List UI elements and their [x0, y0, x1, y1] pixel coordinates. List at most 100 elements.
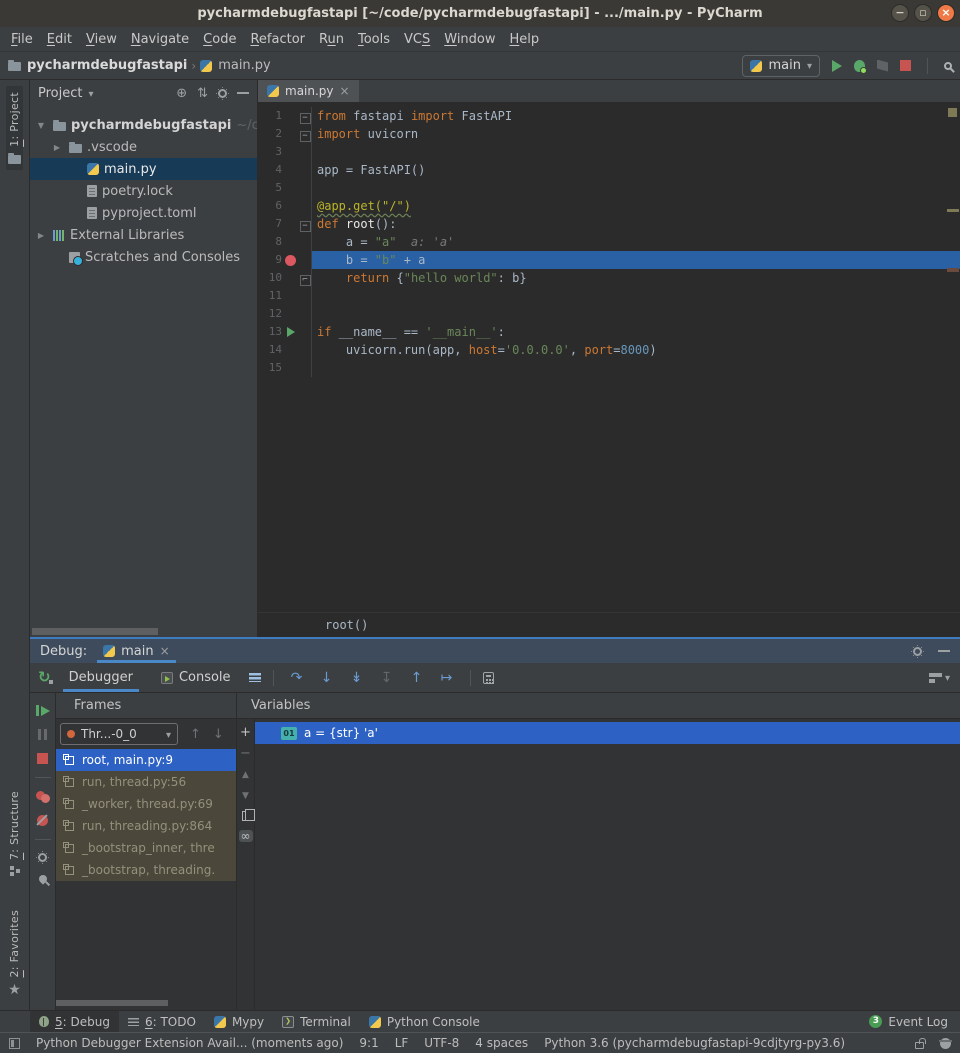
run-button[interactable] — [832, 60, 842, 72]
menu-edit[interactable]: Edit — [40, 32, 79, 47]
hide-toolwindow-icon[interactable] — [938, 650, 950, 652]
menu-tools[interactable]: Tools — [351, 32, 397, 47]
code-line-13[interactable]: 13if __name__ == '__main__': — [258, 323, 960, 341]
minimize-icon[interactable]: − — [891, 4, 909, 22]
toolwindow-button-terminal[interactable]: Terminal — [273, 1011, 360, 1032]
code-line-5[interactable]: 5 — [258, 179, 960, 197]
remove-watch-icon[interactable]: − — [240, 748, 251, 760]
breadcrumb-function[interactable]: root() — [325, 618, 368, 632]
toolwindow-button-python-console[interactable]: Python Console — [360, 1011, 489, 1032]
gear-icon[interactable] — [913, 647, 922, 656]
tree-item-pyproject-toml[interactable]: pyproject.toml — [30, 202, 257, 224]
close-session-icon[interactable]: × — [160, 644, 170, 658]
tree-item--vscode[interactable]: .vscode — [30, 136, 257, 158]
lock-icon[interactable] — [915, 1042, 924, 1049]
project-panel-title[interactable]: Project — [38, 86, 82, 101]
indent-style[interactable]: 4 spaces — [475, 1036, 528, 1050]
debug-button[interactable] — [854, 60, 865, 72]
run-config-select[interactable]: main — [742, 55, 820, 77]
close-tab-icon[interactable]: × — [340, 84, 350, 98]
frame-row[interactable]: run, threading.py:864 — [56, 815, 236, 837]
fold-icon[interactable] — [299, 215, 311, 233]
fold-icon[interactable] — [299, 125, 311, 143]
duplicate-watch-icon[interactable] — [242, 811, 250, 821]
chevron-right-icon[interactable] — [34, 230, 48, 241]
line-separator[interactable]: LF — [395, 1036, 409, 1050]
stripe-item-favorites[interactable]: 2: Favorites ★ — [6, 904, 23, 1002]
maximize-icon[interactable]: ▫ — [914, 4, 932, 22]
tree-item-pycharmdebugfastapi[interactable]: pycharmdebugfastapi ~/cod — [30, 114, 257, 136]
tree-item-main-py[interactable]: main.py — [30, 158, 257, 180]
chevron-down-icon[interactable] — [34, 120, 48, 131]
toolwindow-button-5-debug[interactable]: 5: Debug — [30, 1011, 119, 1032]
menu-vcs[interactable]: VCS — [397, 32, 437, 47]
code-line-10[interactable]: 10 return {"hello world": b} — [258, 269, 960, 287]
chevron-down-icon[interactable] — [88, 86, 93, 101]
horizontal-scrollbar[interactable] — [32, 628, 158, 635]
menu-code[interactable]: Code — [196, 32, 243, 47]
debug-session-tab[interactable]: main × — [95, 639, 178, 663]
run-line-icon[interactable] — [282, 327, 299, 337]
search-icon[interactable] — [944, 62, 952, 70]
code-line-8[interactable]: 8 a = "a" a: 'a' — [258, 233, 960, 251]
frame-row[interactable]: _bootstrap, threading. — [56, 859, 236, 881]
locate-icon[interactable]: ⊕ — [176, 87, 187, 100]
fold-icon[interactable] — [299, 107, 311, 125]
horizontal-scrollbar[interactable] — [56, 1000, 168, 1006]
breadcrumb-file[interactable]: main.py — [218, 58, 271, 73]
tab-debugger[interactable]: Debugger — [59, 663, 143, 692]
step-into-icon[interactable]: ↓ — [316, 670, 338, 686]
menu-view[interactable]: View — [79, 32, 124, 47]
error-stripe-warning-mark[interactable] — [948, 108, 957, 117]
tree-item-scratches-and-consoles[interactable]: Scratches and Consoles — [30, 246, 257, 268]
breakpoint-icon[interactable] — [282, 255, 299, 266]
chevron-right-icon[interactable] — [50, 142, 64, 153]
variables-panel[interactable]: 01 a = {str} 'a' — [255, 719, 960, 1010]
add-watch-icon[interactable]: + — [240, 727, 251, 739]
toolwindow-button-6-todo[interactable]: 6: TODO — [119, 1011, 205, 1032]
status-message[interactable]: Python Debugger Extension Avail... (mome… — [36, 1036, 343, 1050]
mute-breakpoints-icon[interactable] — [37, 815, 48, 826]
step-into-my-code-icon[interactable]: ↧ — [376, 670, 398, 686]
coverage-button[interactable] — [877, 60, 888, 72]
stop-icon[interactable] — [37, 753, 48, 764]
code-line-12[interactable]: 12 — [258, 305, 960, 323]
variable-row[interactable]: 01 a = {str} 'a' — [255, 722, 960, 744]
step-out-icon[interactable]: ↑ — [406, 670, 428, 686]
caret-position[interactable]: 9:1 — [359, 1036, 378, 1050]
frame-row[interactable]: _bootstrap_inner, thre — [56, 837, 236, 859]
menu-file[interactable]: File — [4, 32, 40, 47]
breadcrumb-project[interactable]: pycharmdebugfastapi — [27, 58, 187, 73]
threads-view-icon[interactable] — [249, 672, 261, 683]
menu-refactor[interactable]: Refactor — [243, 32, 312, 47]
settings-icon[interactable] — [38, 853, 47, 862]
close-icon[interactable]: × — [937, 4, 955, 22]
hide-panel-icon[interactable] — [237, 92, 249, 94]
code-line-11[interactable]: 11 — [258, 287, 960, 305]
error-stripe-warning-mark[interactable] — [947, 209, 959, 212]
menu-help[interactable]: Help — [503, 32, 547, 47]
layout-settings-icon[interactable] — [929, 673, 942, 683]
code-line-1[interactable]: 1from fastapi import FastAPI — [258, 107, 960, 125]
file-encoding[interactable]: UTF-8 — [424, 1036, 459, 1050]
code-line-3[interactable]: 3 — [258, 143, 960, 161]
event-log-item[interactable]: 3 Event Log — [869, 1015, 960, 1029]
force-step-into-icon[interactable]: ↡ — [346, 670, 368, 686]
code-line-9[interactable]: 9 b = "b" + a — [258, 251, 960, 269]
code-line-2[interactable]: 2import uvicorn — [258, 125, 960, 143]
code-line-14[interactable]: 14 uvicorn.run(app, host='0.0.0.0', port… — [258, 341, 960, 359]
toolwindow-button-mypy[interactable]: Mypy — [205, 1011, 273, 1032]
error-stripe-breakpoint-mark[interactable] — [947, 268, 959, 272]
inspections-profile-icon[interactable] — [940, 1038, 951, 1049]
code-line-6[interactable]: 6@app.get("/") — [258, 197, 960, 215]
show-watches-icon[interactable]: ∞ — [239, 830, 253, 842]
frame-row[interactable]: _worker, thread.py:69 — [56, 793, 236, 815]
pause-icon[interactable] — [38, 729, 47, 740]
evaluate-expression-icon[interactable] — [483, 672, 494, 684]
resume-icon[interactable] — [36, 705, 50, 716]
tree-item-poetry-lock[interactable]: poetry.lock — [30, 180, 257, 202]
stop-button[interactable] — [900, 60, 911, 71]
code-line-4[interactable]: 4app = FastAPI() — [258, 161, 960, 179]
next-frame-icon[interactable]: ↓ — [213, 727, 224, 742]
menu-window[interactable]: Window — [437, 32, 502, 47]
